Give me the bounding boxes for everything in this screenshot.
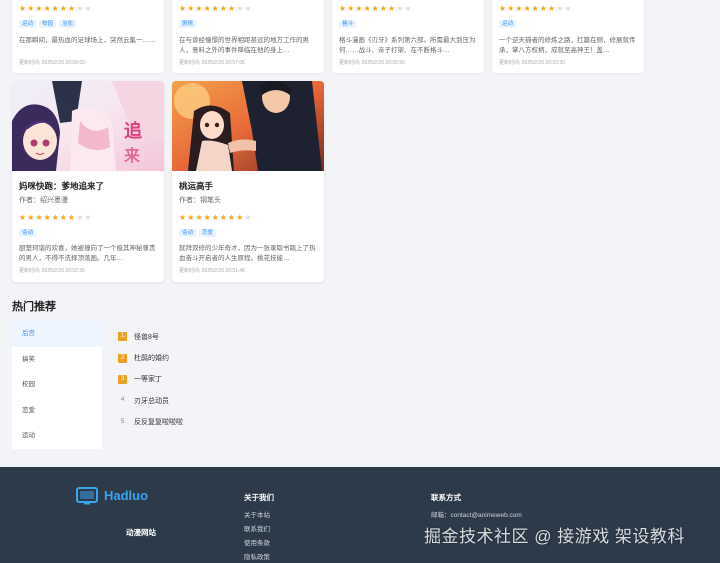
rank-title[interactable]: 一等家丁 bbox=[134, 374, 162, 384]
rank-title[interactable]: 反反复复啦啦啦 bbox=[134, 417, 183, 427]
rating-stars: ★★★★★★★★★ bbox=[339, 4, 413, 13]
tag[interactable]: 运动 bbox=[19, 20, 37, 28]
card-title[interactable]: 桃运高手 bbox=[179, 181, 317, 192]
tag[interactable]: 运动 bbox=[179, 229, 197, 237]
tag-list: 运动 bbox=[499, 20, 637, 30]
category-item-campus[interactable]: 校园 bbox=[12, 372, 102, 398]
comic-card-partial[interactable]: ★★★★★★★★★ 格斗 格斗漫画《刃牙》系列第六部。所需最大到压为何……战斗、… bbox=[332, 0, 484, 73]
cover-illustration bbox=[172, 81, 324, 171]
rating-stars: ★★★★★★★★★ bbox=[179, 4, 253, 13]
rating-stars: ★★★★★★★★★ bbox=[499, 4, 573, 13]
comic-card[interactable]: 追 来 妈咪快跑：爹地追来了 作者：绍兴墨漫 ★★★★★★★★★ 运动 厨楚珂谐… bbox=[12, 81, 164, 282]
site-footer: Hadluo 动漫网站 关于我们 关于本站 联系我们 使用条款 隐私政策 联系方… bbox=[0, 467, 720, 563]
comic-card-partial[interactable]: ★★★★★★★★★ 运动 校园 治愈 在那瞬间，最热血的足球场上，突然云集一…… 更… bbox=[12, 0, 164, 73]
rating-stars: ★★★★★★★★★ bbox=[19, 213, 93, 222]
rank-number: 5 bbox=[120, 418, 125, 425]
card-title[interactable]: 妈咪快跑：爹地追来了 bbox=[19, 181, 157, 192]
footer-logo[interactable]: Hadluo bbox=[76, 487, 148, 505]
update-time: 更新时间: 2025/2/26 20:51:46 bbox=[179, 268, 245, 274]
comic-card-partial[interactable]: ★★★★★★★★★ 运动 一个逆天猫者的修炼之路，扛篇在侧，修展就传承，掌八方权… bbox=[492, 0, 644, 73]
tag[interactable]: 剧情 bbox=[179, 20, 197, 28]
comic-cover-image[interactable] bbox=[172, 81, 324, 171]
hot-section-title: 热门推荐 bbox=[12, 301, 56, 313]
update-time: 更新时间: 2025/2/26 20:53:30 bbox=[499, 60, 565, 66]
rank-item[interactable]: 4 刃牙总动员 bbox=[118, 390, 418, 411]
rank-item[interactable]: 3 一等家丁 bbox=[118, 369, 418, 390]
footer-link-privacy[interactable]: 隐私政策 bbox=[244, 553, 270, 562]
contact-title: 联系方式 bbox=[431, 493, 461, 502]
card-description: 一个逆天猫者的修炼之路，扛篇在侧，修展就传承，掌八方权柄，成就至高神王！盖… bbox=[499, 37, 636, 54]
rank-number: 4 bbox=[120, 397, 125, 404]
tag-list: 格斗 bbox=[339, 20, 477, 30]
svg-text:追: 追 bbox=[124, 120, 142, 142]
card-author: 作者：绍兴墨漫 bbox=[19, 197, 68, 204]
tag-list: 剧情 bbox=[179, 20, 317, 30]
tag[interactable]: 运动 bbox=[19, 229, 37, 237]
category-item-comedy[interactable]: 搞笑 bbox=[12, 347, 102, 373]
rank-item[interactable]: 5 反反复复啦啦啦 bbox=[118, 412, 418, 433]
tag[interactable]: 格斗 bbox=[339, 20, 357, 28]
rating-stars: ★★★★★★★★★ bbox=[179, 213, 253, 222]
category-list: 后宫 搞笑 校园 恋爱 运动 bbox=[12, 321, 102, 449]
update-time: 更新时间: 2025/2/26 20:52:36 bbox=[19, 268, 85, 274]
tv-icon bbox=[76, 487, 98, 505]
footer-link-about[interactable]: 关于本站 bbox=[244, 511, 270, 520]
tag-list: 运动 恋爱 bbox=[179, 229, 317, 239]
tag[interactable]: 校园 bbox=[39, 20, 57, 28]
comic-cover-image[interactable]: 追 来 bbox=[12, 81, 164, 171]
card-description: 在与曾经憧憬的世界相距甚远的地方工作的男人，意料之外的事件降临在他的身上… bbox=[179, 37, 309, 54]
update-time: 更新时间: 2025/2/26 20:55:56 bbox=[339, 60, 405, 66]
category-item-harem[interactable]: 后宫 bbox=[12, 321, 102, 347]
card-author: 作者：钢笔头 bbox=[179, 197, 221, 204]
logo-text: Hadluo bbox=[104, 488, 149, 503]
svg-text:来: 来 bbox=[123, 146, 141, 165]
tag[interactable]: 运动 bbox=[499, 20, 517, 28]
rank-number: 1 bbox=[118, 332, 127, 342]
card-description: 厨楚珂谐的欢喜，她被撞向了一个极其神秘尊贵的男人，不得不洗择顶落画。几年… bbox=[19, 245, 156, 262]
top-card-row: ★★★★★★★★★ 运动 校园 治愈 在那瞬间，最热血的足球场上，突然云集一…… 更… bbox=[12, 0, 644, 73]
footer-link-contact[interactable]: 联系我们 bbox=[244, 525, 270, 534]
rank-list: 1 怪兽8号 2 杜鹃的婚约 3 一等家丁 4 刃牙总动员 5 反反复复啦啦啦 bbox=[118, 326, 418, 433]
update-time: 更新时间: 2025/2/26 20:58:09 bbox=[19, 60, 85, 66]
rating-stars: ★★★★★★★★★ bbox=[19, 4, 93, 13]
rank-title[interactable]: 杜鹃的婚约 bbox=[134, 353, 169, 363]
card-description: 在那瞬间，最热血的足球场上，突然云集一…… bbox=[19, 37, 156, 44]
rank-title[interactable]: 刃牙总动员 bbox=[134, 396, 169, 406]
watermark-text: 掘金技术社区 @ 接游戏 架设教科 bbox=[424, 527, 685, 546]
tag-list: 运动 校园 治愈 bbox=[19, 20, 157, 30]
card-description: 格斗漫画《刃牙》系列第六部。所需最大到压为何……战斗、亲子打架、在不断格斗… bbox=[339, 37, 476, 54]
rank-number: 2 bbox=[118, 353, 127, 363]
footer-link-terms[interactable]: 使用条款 bbox=[244, 539, 270, 548]
rank-item[interactable]: 2 杜鹃的婚约 bbox=[118, 347, 418, 368]
category-item-romance[interactable]: 恋爱 bbox=[12, 398, 102, 424]
tag-list: 运动 bbox=[19, 229, 157, 239]
tag[interactable]: 治愈 bbox=[59, 20, 77, 28]
comic-card-partial[interactable]: ★★★★★★★★★ 剧情 在与曾经憧憬的世界相距甚远的地方工作的男人，意料之外的… bbox=[172, 0, 324, 73]
contact-email[interactable]: 邮箱：contact@animeweb.com bbox=[431, 511, 522, 520]
rank-title[interactable]: 怪兽8号 bbox=[134, 332, 159, 342]
cover-illustration: 追 来 bbox=[12, 81, 164, 171]
comic-card[interactable]: 桃运高手 作者：钢笔头 ★★★★★★★★★ 运动 恋爱 就拜双修的少年奇才，因为一… bbox=[172, 81, 324, 282]
card-description: 就拜双修的少年奇才，因为一张录取书踏上了热血奋斗开启者的人生原程。桃花技能… bbox=[179, 245, 316, 262]
tag[interactable]: 恋爱 bbox=[199, 229, 217, 237]
site-name: 动漫网站 bbox=[126, 528, 156, 537]
rank-number: 3 bbox=[118, 374, 127, 384]
category-item-sports[interactable]: 运动 bbox=[12, 423, 102, 449]
about-title: 关于我们 bbox=[244, 493, 274, 502]
update-time: 更新时间: 2025/2/26 20:57:06 bbox=[179, 60, 245, 66]
rank-item[interactable]: 1 怪兽8号 bbox=[118, 326, 418, 347]
